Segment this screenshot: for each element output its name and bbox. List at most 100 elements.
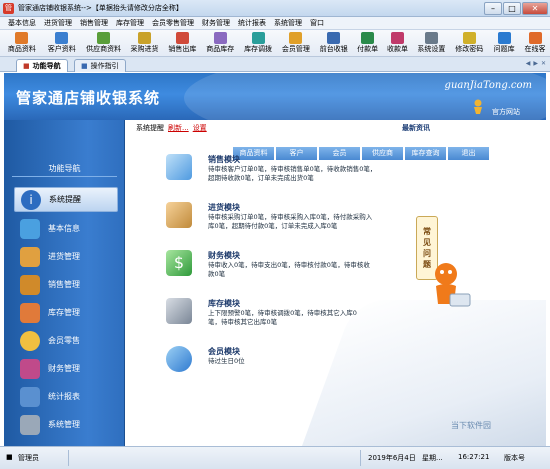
refresh-link[interactable]: 刷新... <box>168 123 189 133</box>
sidebar-item-sales[interactable]: 销售管理 <box>14 272 118 297</box>
sidebar-title: 功能导航 <box>48 164 81 173</box>
menu-sales[interactable]: 销售管理 <box>76 17 112 29</box>
status-time: 16:27:21 <box>458 453 490 461</box>
app-icon: 管 <box>3 3 14 14</box>
sidebar-item-system-reminder[interactable]: i 系统提醒 <box>14 187 118 212</box>
status-user: 管理员 <box>18 454 39 462</box>
warehouse-icon <box>20 302 40 323</box>
toolbar-members[interactable]: 会员管理 <box>277 30 315 56</box>
package-icon <box>20 246 40 267</box>
sidebar-item-finance[interactable]: 财务管理 <box>14 356 118 381</box>
breadcrumb-label: 系统提醒 <box>136 124 164 132</box>
money-icon <box>20 358 40 379</box>
watermark: 当下软件园 <box>451 421 491 430</box>
toolbar-faq[interactable]: 问题库 <box>488 30 520 56</box>
header-banner: 管家通店铺收银系统 guanJiaTong.com 官方网站 <box>4 73 546 120</box>
user-icon: ■ <box>6 453 13 461</box>
minimize-button[interactable]: – <box>484 2 502 15</box>
home-icon: ■ <box>23 62 30 70</box>
purchase-module[interactable]: 进货模块 待审核采购订单0笔，待审核采购入库0笔，待付款采购入 库0笔，超期待付… <box>166 202 408 231</box>
sales-book-icon <box>166 154 192 180</box>
toolbar-online-service[interactable]: 在线客 <box>520 30 550 56</box>
status-version: 版本号 <box>504 454 525 462</box>
finance-module[interactable]: $ 财务模块 待审收入0笔，待审支出0笔，待审核付款0笔，待审核收 款0笔 <box>166 250 408 279</box>
inventory-module[interactable]: 库存模块 上下限预警0笔，待审核调拨0笔，待审核其它入库0 笔，待审核其它出库0… <box>166 298 408 327</box>
divider <box>68 450 69 466</box>
toolbar-transfer[interactable]: 库存调拨 <box>239 30 277 56</box>
menu-window[interactable]: 窗口 <box>306 17 328 29</box>
tab-navigation: ◀ ▶ ✕ <box>526 60 546 67</box>
question-icon <box>497 32 511 44</box>
menu-finance[interactable]: 财务管理 <box>198 17 234 29</box>
toolbar-supplier-info[interactable]: 供应商资料 <box>82 30 126 56</box>
toolbar-stock[interactable]: 商品库存 <box>201 30 239 56</box>
menu-system[interactable]: 系统管理 <box>270 17 306 29</box>
sidebar-item-basic-info[interactable]: 基本信息 <box>14 216 118 241</box>
status-weekday: 星期... <box>422 454 443 462</box>
toolbar-pos[interactable]: 前台收银 <box>315 30 353 56</box>
main-content: 系统提醒 刷新... 设置 最新资讯 商品资料 客户 会员 供应商 库存查询 退… <box>126 120 546 446</box>
inventory-module-title: 库存模块 <box>208 299 240 308</box>
sales-module[interactable]: 销售模块 待审核客户订单0笔，待审核销售单0笔，待收款销售0笔， 超期待收款0笔… <box>166 154 408 183</box>
sales-icon <box>175 32 189 44</box>
toolbar-settings[interactable]: 系统设置 <box>413 30 451 56</box>
toolbar: 商品资料 客户资料 供应商资料 采购进货 销售出库 商品库存 库存调拨 会员管理… <box>0 30 550 57</box>
menu-purchase[interactable]: 进货管理 <box>40 17 76 29</box>
toolbar-product-info[interactable]: 商品资料 <box>2 30 42 56</box>
members-icon <box>20 330 40 351</box>
dollar-icon: $ <box>166 250 192 276</box>
service-icon <box>528 32 542 44</box>
mascot-icon <box>435 263 471 307</box>
window-title: 管家通店铺收银系统-->【单据抬头请修改分店全称】 <box>18 4 183 12</box>
official-site-link[interactable]: 官方网站 <box>492 107 520 117</box>
sidebar: 功能导航 i 系统提醒 基本信息 进货管理 销售管理 库存管理 会员零售 财务管… <box>4 120 125 446</box>
sales-module-line: 待审核客户订单0笔，待审核销售单0笔，待收款销售0笔， <box>208 165 377 173</box>
supplier-icon <box>97 32 111 44</box>
quick-stock-query-button[interactable]: 库存查询 <box>404 146 447 161</box>
system-title: 管家通店铺收银系统 <box>16 89 161 107</box>
purchase-module-line: 待审核采购订单0笔，待审核采购入库0笔，待付款采购入 <box>208 213 373 221</box>
tab-function-nav[interactable]: ■ 功能导航 <box>16 59 68 72</box>
toolbar-receipt[interactable]: 收款单 <box>383 30 413 56</box>
sidebar-item-system[interactable]: 系统管理 <box>14 412 118 437</box>
menu-basic-info[interactable]: 基本信息 <box>4 17 40 29</box>
menu-inventory[interactable]: 库存管理 <box>112 17 148 29</box>
toolbar-purchase-in[interactable]: 采购进货 <box>126 30 164 56</box>
sidebar-item-member-retail[interactable]: 会员零售 <box>14 328 118 353</box>
tab-prev-icon[interactable]: ◀ <box>526 60 531 67</box>
settings-link[interactable]: 设置 <box>193 123 207 133</box>
sidebar-item-reports[interactable]: 统计报表 <box>14 384 118 409</box>
gears-icon <box>20 414 40 435</box>
divider <box>12 176 117 177</box>
key-icon <box>462 32 476 44</box>
sidebar-item-inventory[interactable]: 库存管理 <box>14 300 118 325</box>
tab-close-icon[interactable]: ✕ <box>541 60 546 67</box>
title-bar: 管 管家通店铺收银系统-->【单据抬头请修改分店全称】 – □ ✕ <box>0 0 550 17</box>
close-button[interactable]: ✕ <box>522 2 548 15</box>
maximize-button[interactable]: □ <box>503 2 521 15</box>
inventory-module-line: 上下限预警0笔，待审核调拨0笔，待审核其它入库0 <box>208 309 357 317</box>
members-icon <box>289 32 303 44</box>
cashier-icon <box>327 32 341 44</box>
quick-exit-button[interactable]: 退出 <box>447 146 490 161</box>
member-module[interactable]: 会员模块 待过生日0位 <box>166 346 408 372</box>
toolbar-payment[interactable]: 付款单 <box>353 30 383 56</box>
menu-bar: 基本信息 进货管理 销售管理 库存管理 会员零售管理 财务管理 统计报表 系统管… <box>0 17 550 30</box>
toolbar-change-password[interactable]: 修改密码 <box>450 30 488 56</box>
purchase-icon <box>137 32 151 44</box>
toolbar-customer-info[interactable]: 客户资料 <box>42 30 82 56</box>
divider <box>360 450 361 466</box>
tab-next-icon[interactable]: ▶ <box>533 60 538 67</box>
menu-reports[interactable]: 统计报表 <box>234 17 270 29</box>
sidebar-item-purchase[interactable]: 进货管理 <box>14 244 118 269</box>
toolbar-sales-out[interactable]: 销售出库 <box>163 30 201 56</box>
mascot-small-icon <box>474 99 482 114</box>
purchase-box-icon <box>166 202 192 228</box>
finance-module-title: 财务模块 <box>208 251 240 260</box>
finance-module-line: 款0笔 <box>208 270 226 278</box>
tab-guide[interactable]: ■ 操作指引 <box>74 59 126 72</box>
gear-icon <box>424 32 438 44</box>
member-module-title: 会员模块 <box>208 347 240 356</box>
menu-member-retail[interactable]: 会员零售管理 <box>148 17 198 29</box>
finance-module-line: 待审收入0笔，待审支出0笔，待审核付款0笔，待审核收 <box>208 261 370 269</box>
